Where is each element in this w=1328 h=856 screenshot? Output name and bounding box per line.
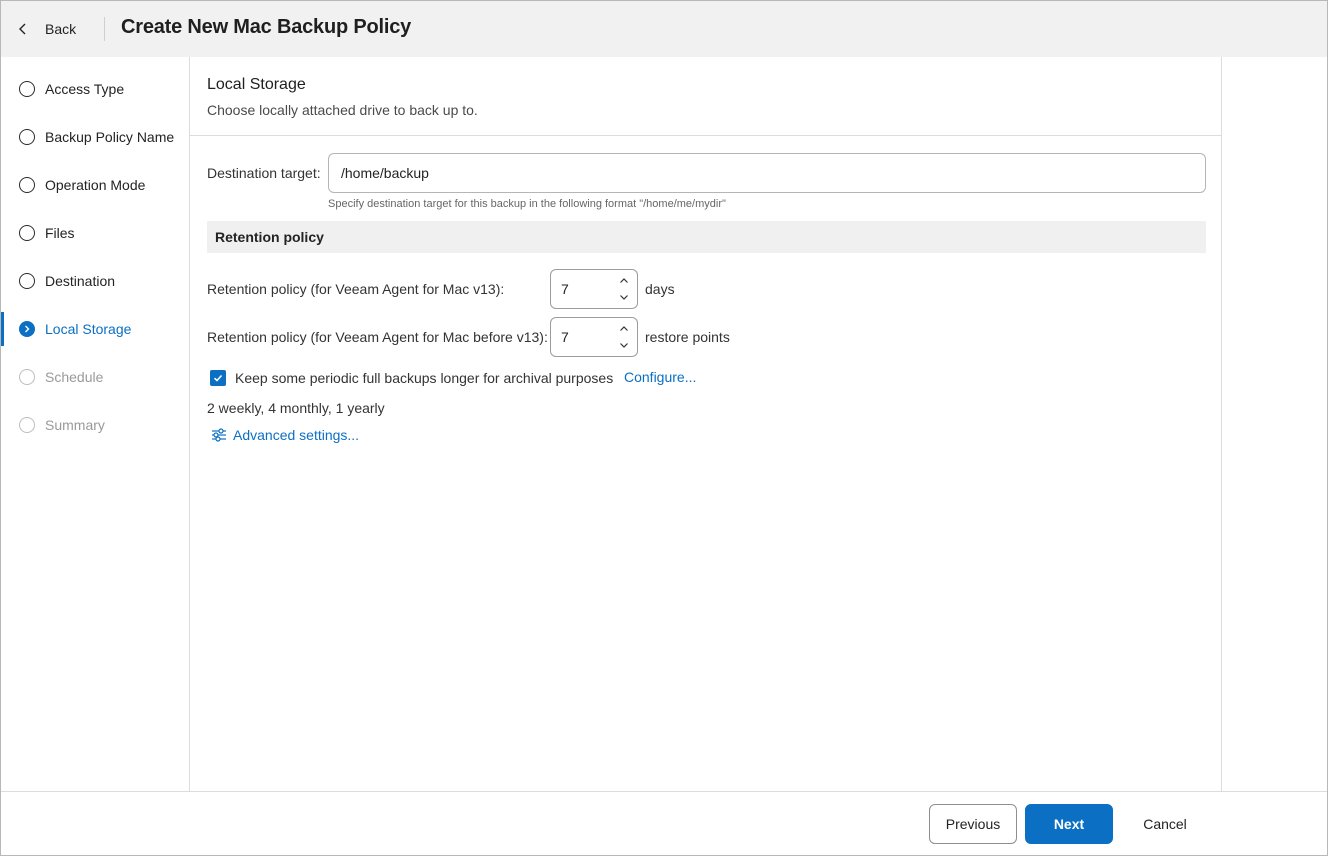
active-step-indicator bbox=[1, 312, 4, 346]
retention-pre-v13-unit: restore points bbox=[645, 329, 730, 345]
step-label: Summary bbox=[45, 417, 105, 433]
retention-v13-stepper[interactable]: 7 bbox=[550, 269, 638, 309]
checkmark-icon bbox=[213, 374, 223, 382]
header-divider bbox=[104, 17, 105, 41]
back-label: Back bbox=[45, 21, 77, 37]
step-label: Schedule bbox=[45, 369, 104, 385]
step-radio-icon bbox=[19, 129, 35, 145]
cancel-button[interactable]: Cancel bbox=[1121, 804, 1209, 844]
step-local-storage[interactable]: Local Storage bbox=[1, 312, 189, 346]
advanced-settings-link[interactable]: Advanced settings... bbox=[210, 426, 359, 444]
step-label: Local Storage bbox=[45, 321, 132, 337]
step-radio-icon bbox=[19, 273, 35, 289]
chevron-up-icon[interactable] bbox=[617, 274, 631, 288]
step-label: Backup Policy Name bbox=[45, 129, 175, 145]
step-label: Files bbox=[45, 225, 75, 241]
step-label: Access Type bbox=[45, 81, 125, 97]
gfs-summary-text: 2 weekly, 4 monthly, 1 yearly bbox=[207, 400, 385, 416]
chevron-up-icon[interactable] bbox=[617, 322, 631, 336]
chevron-down-icon[interactable] bbox=[617, 338, 631, 352]
step-schedule: Schedule bbox=[1, 360, 189, 394]
chevron-down-icon[interactable] bbox=[617, 290, 631, 304]
wizard-header: Back Create New Mac Backup Policy bbox=[1, 1, 1327, 57]
destination-target-label: Destination target: bbox=[207, 165, 321, 181]
destination-target-input[interactable] bbox=[328, 153, 1206, 193]
advanced-settings-label: Advanced settings... bbox=[233, 427, 360, 443]
next-button[interactable]: Next bbox=[1025, 804, 1113, 844]
wizard-footer: Previous Next Cancel bbox=[1, 791, 1327, 855]
retention-pre-v13-label: Retention policy (for Veeam Agent for Ma… bbox=[207, 329, 548, 345]
step-files[interactable]: Files bbox=[1, 216, 189, 250]
step-access-type[interactable]: Access Type bbox=[1, 72, 189, 106]
step-backup-policy-name[interactable]: Backup Policy Name bbox=[1, 120, 189, 154]
step-radio-icon bbox=[19, 225, 35, 241]
sliders-icon bbox=[212, 428, 226, 442]
wizard-window: Back Create New Mac Backup Policy Access… bbox=[0, 0, 1328, 856]
page-title: Create New Mac Backup Policy bbox=[121, 16, 412, 38]
step-summary: Summary bbox=[1, 408, 189, 442]
step-label: Destination bbox=[45, 273, 116, 289]
archival-row: Keep some periodic full backups longer f… bbox=[210, 367, 613, 389]
retention-v13-label: Retention policy (for Veeam Agent for Ma… bbox=[207, 281, 505, 297]
main-content: Local Storage Choose locally attached dr… bbox=[190, 57, 1222, 791]
wizard-steps-sidebar: Access Type Backup Policy Name Operation… bbox=[1, 57, 190, 791]
step-radio-icon bbox=[19, 369, 35, 385]
retention-v13-value[interactable]: 7 bbox=[561, 281, 569, 297]
step-operation-mode[interactable]: Operation Mode bbox=[1, 168, 189, 202]
retention-policy-header: Retention policy bbox=[207, 221, 1206, 253]
section-separator bbox=[190, 135, 1222, 136]
retention-policy-title: Retention policy bbox=[215, 229, 324, 245]
step-label: Operation Mode bbox=[45, 177, 146, 193]
step-radio-icon bbox=[19, 81, 35, 97]
section-description: Choose locally attached drive to back up… bbox=[207, 102, 478, 118]
retention-pre-v13-stepper[interactable]: 7 bbox=[550, 317, 638, 357]
configure-link[interactable]: Configure... bbox=[624, 369, 696, 385]
step-radio-icon bbox=[19, 177, 35, 193]
destination-target-hint: Specify destination target for this back… bbox=[328, 198, 726, 210]
back-button[interactable]: Back bbox=[15, 15, 76, 43]
archival-label: Keep some periodic full backups longer f… bbox=[235, 370, 614, 386]
chevron-left-icon bbox=[19, 23, 26, 35]
archival-checkbox[interactable] bbox=[210, 370, 226, 386]
section-title: Local Storage bbox=[207, 76, 306, 93]
step-radio-icon bbox=[19, 417, 35, 433]
step-destination[interactable]: Destination bbox=[1, 264, 189, 298]
previous-button[interactable]: Previous bbox=[929, 804, 1017, 844]
chevron-right-icon bbox=[19, 321, 35, 337]
retention-pre-v13-value[interactable]: 7 bbox=[561, 329, 569, 345]
retention-v13-unit: days bbox=[645, 281, 675, 297]
